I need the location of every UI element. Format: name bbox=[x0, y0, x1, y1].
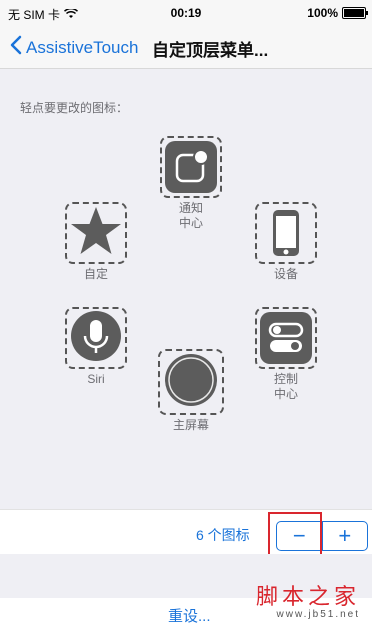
bottom-panel: 6 个图标 − + 重设... 脚本之家 www.jb51.net bbox=[0, 509, 372, 626]
chevron-left-icon bbox=[10, 35, 22, 60]
label-line-1: 主屏幕 bbox=[172, 418, 209, 432]
label-line-1: 通知 bbox=[178, 201, 203, 215]
menu-item-device[interactable]: 设备 bbox=[246, 202, 326, 282]
menu-item-home[interactable]: 主屏幕 bbox=[151, 349, 231, 433]
label-line-1: 控制 bbox=[273, 372, 298, 386]
toggles-icon bbox=[260, 312, 312, 364]
battery-percent: 100% bbox=[307, 6, 338, 20]
back-button[interactable]: AssistiveTouch bbox=[10, 35, 138, 60]
label-line-1: 设备 bbox=[273, 267, 298, 281]
page-title: 自定顶层菜单... bbox=[152, 41, 269, 60]
back-label: AssistiveTouch bbox=[26, 37, 139, 57]
icon-label: 自定 bbox=[56, 267, 136, 282]
label-line-2: 中心 bbox=[273, 387, 298, 401]
menu-item-siri[interactable]: Siri bbox=[56, 307, 136, 387]
icon-count-row: 6 个图标 − + bbox=[0, 509, 372, 556]
icon-label: Siri bbox=[56, 372, 136, 387]
reset-button[interactable]: 重设... bbox=[168, 605, 211, 626]
watermark: 脚本之家 www.jb51.net bbox=[256, 579, 360, 620]
menu-item-control-center[interactable]: 控制 中心 bbox=[246, 307, 326, 402]
menu-item-custom[interactable]: 自定 bbox=[56, 202, 136, 282]
icon-slot-frame bbox=[255, 307, 317, 369]
icon-slot-frame bbox=[158, 349, 224, 415]
menu-item-notification-center[interactable]: 通知 中心 bbox=[151, 136, 231, 231]
watermark-text: 脚本之家 bbox=[255, 585, 360, 610]
icon-label: 控制 中心 bbox=[246, 372, 326, 402]
status-bar: 无 SIM 卡 00:19 100% bbox=[0, 0, 372, 26]
label-line-1: Siri bbox=[87, 372, 105, 386]
icon-label: 通知 中心 bbox=[151, 201, 231, 231]
notification-icon bbox=[165, 141, 217, 193]
highlight-annotation bbox=[268, 512, 322, 556]
microphone-icon bbox=[70, 310, 122, 367]
phone-icon bbox=[261, 206, 311, 260]
icon-label: 设备 bbox=[246, 267, 326, 282]
icon-layout-area: 轻点要更改的图标： 通知 中心 自定 设备 Siri 控制 中心 主屏幕 bbox=[0, 69, 372, 509]
increase-button[interactable]: + bbox=[323, 522, 368, 550]
icon-label: 主屏幕 bbox=[151, 418, 231, 433]
nav-bar: AssistiveTouch 自定顶层菜单... bbox=[0, 26, 372, 69]
label-line-2: 中心 bbox=[178, 216, 203, 230]
star-icon bbox=[69, 204, 123, 263]
icon-count-label: 6 个图标 bbox=[196, 527, 250, 543]
battery-icon bbox=[342, 7, 368, 19]
icon-slot-frame bbox=[65, 307, 127, 369]
instruction-text: 轻点要更改的图标： bbox=[20, 101, 129, 115]
home-circle-icon bbox=[163, 352, 219, 413]
icon-slot-frame bbox=[160, 136, 222, 198]
icon-slot-frame bbox=[255, 202, 317, 264]
icon-slot-frame bbox=[65, 202, 127, 264]
status-right: 100% bbox=[307, 6, 368, 20]
label-line-1: 自定 bbox=[83, 267, 108, 281]
